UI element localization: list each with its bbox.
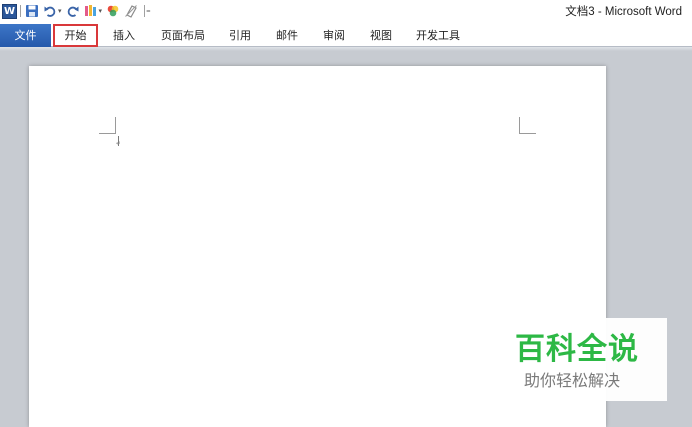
margin-corner-marker-left — [99, 117, 116, 134]
tab-page-layout[interactable]: 页面布局 — [155, 24, 211, 47]
ribbon-tab-bar: 文件 开始 插入 页面布局 引用 邮件 审阅 视图 开发工具 — [0, 22, 692, 47]
save-icon[interactable] — [24, 3, 40, 19]
word-logo-icon[interactable]: W — [2, 3, 17, 19]
ribbon-bottom-edge — [0, 47, 692, 51]
watermark-badge: 百科全说 助你轻松解决 — [505, 318, 667, 401]
undo-icon[interactable] — [42, 3, 58, 19]
watermark-title: 百科全说 — [515, 332, 639, 367]
tab-review[interactable]: 审阅 — [318, 24, 350, 47]
toolbar-separator — [20, 5, 21, 17]
tab-insert[interactable]: 插入 — [108, 24, 140, 47]
customize-toolbar-icon[interactable]: ₌ — [146, 6, 151, 16]
format-painter-dropdown-icon[interactable]: ▾ — [99, 7, 103, 15]
tab-mailings[interactable]: 邮件 — [271, 24, 303, 47]
toolbar-separator — [144, 5, 146, 17]
tab-view[interactable]: 视图 — [365, 24, 397, 47]
clear-format-icon[interactable] — [123, 3, 139, 19]
format-painter-icon[interactable] — [83, 3, 99, 19]
color-icon[interactable] — [105, 3, 121, 19]
undo-dropdown-icon[interactable]: ▾ — [58, 7, 62, 15]
title-bar: W ▾ ▾ ₌ 文档3 - Microsoft Word — [0, 0, 692, 22]
window-title: 文档3 - Microsoft Word — [565, 6, 682, 18]
tab-home[interactable]: 开始 — [53, 24, 98, 47]
tab-file[interactable]: 文件 — [0, 24, 51, 47]
quick-access-toolbar: W ▾ ▾ ₌ — [2, 2, 154, 20]
tab-developer[interactable]: 开发工具 — [410, 24, 466, 47]
watermark-subtitle: 助你轻松解决 — [524, 371, 621, 390]
margin-corner-marker-right — [519, 117, 536, 134]
tab-references[interactable]: 引用 — [224, 24, 256, 47]
paragraph-mark: ↵ — [116, 140, 122, 147]
redo-icon[interactable] — [65, 3, 81, 19]
